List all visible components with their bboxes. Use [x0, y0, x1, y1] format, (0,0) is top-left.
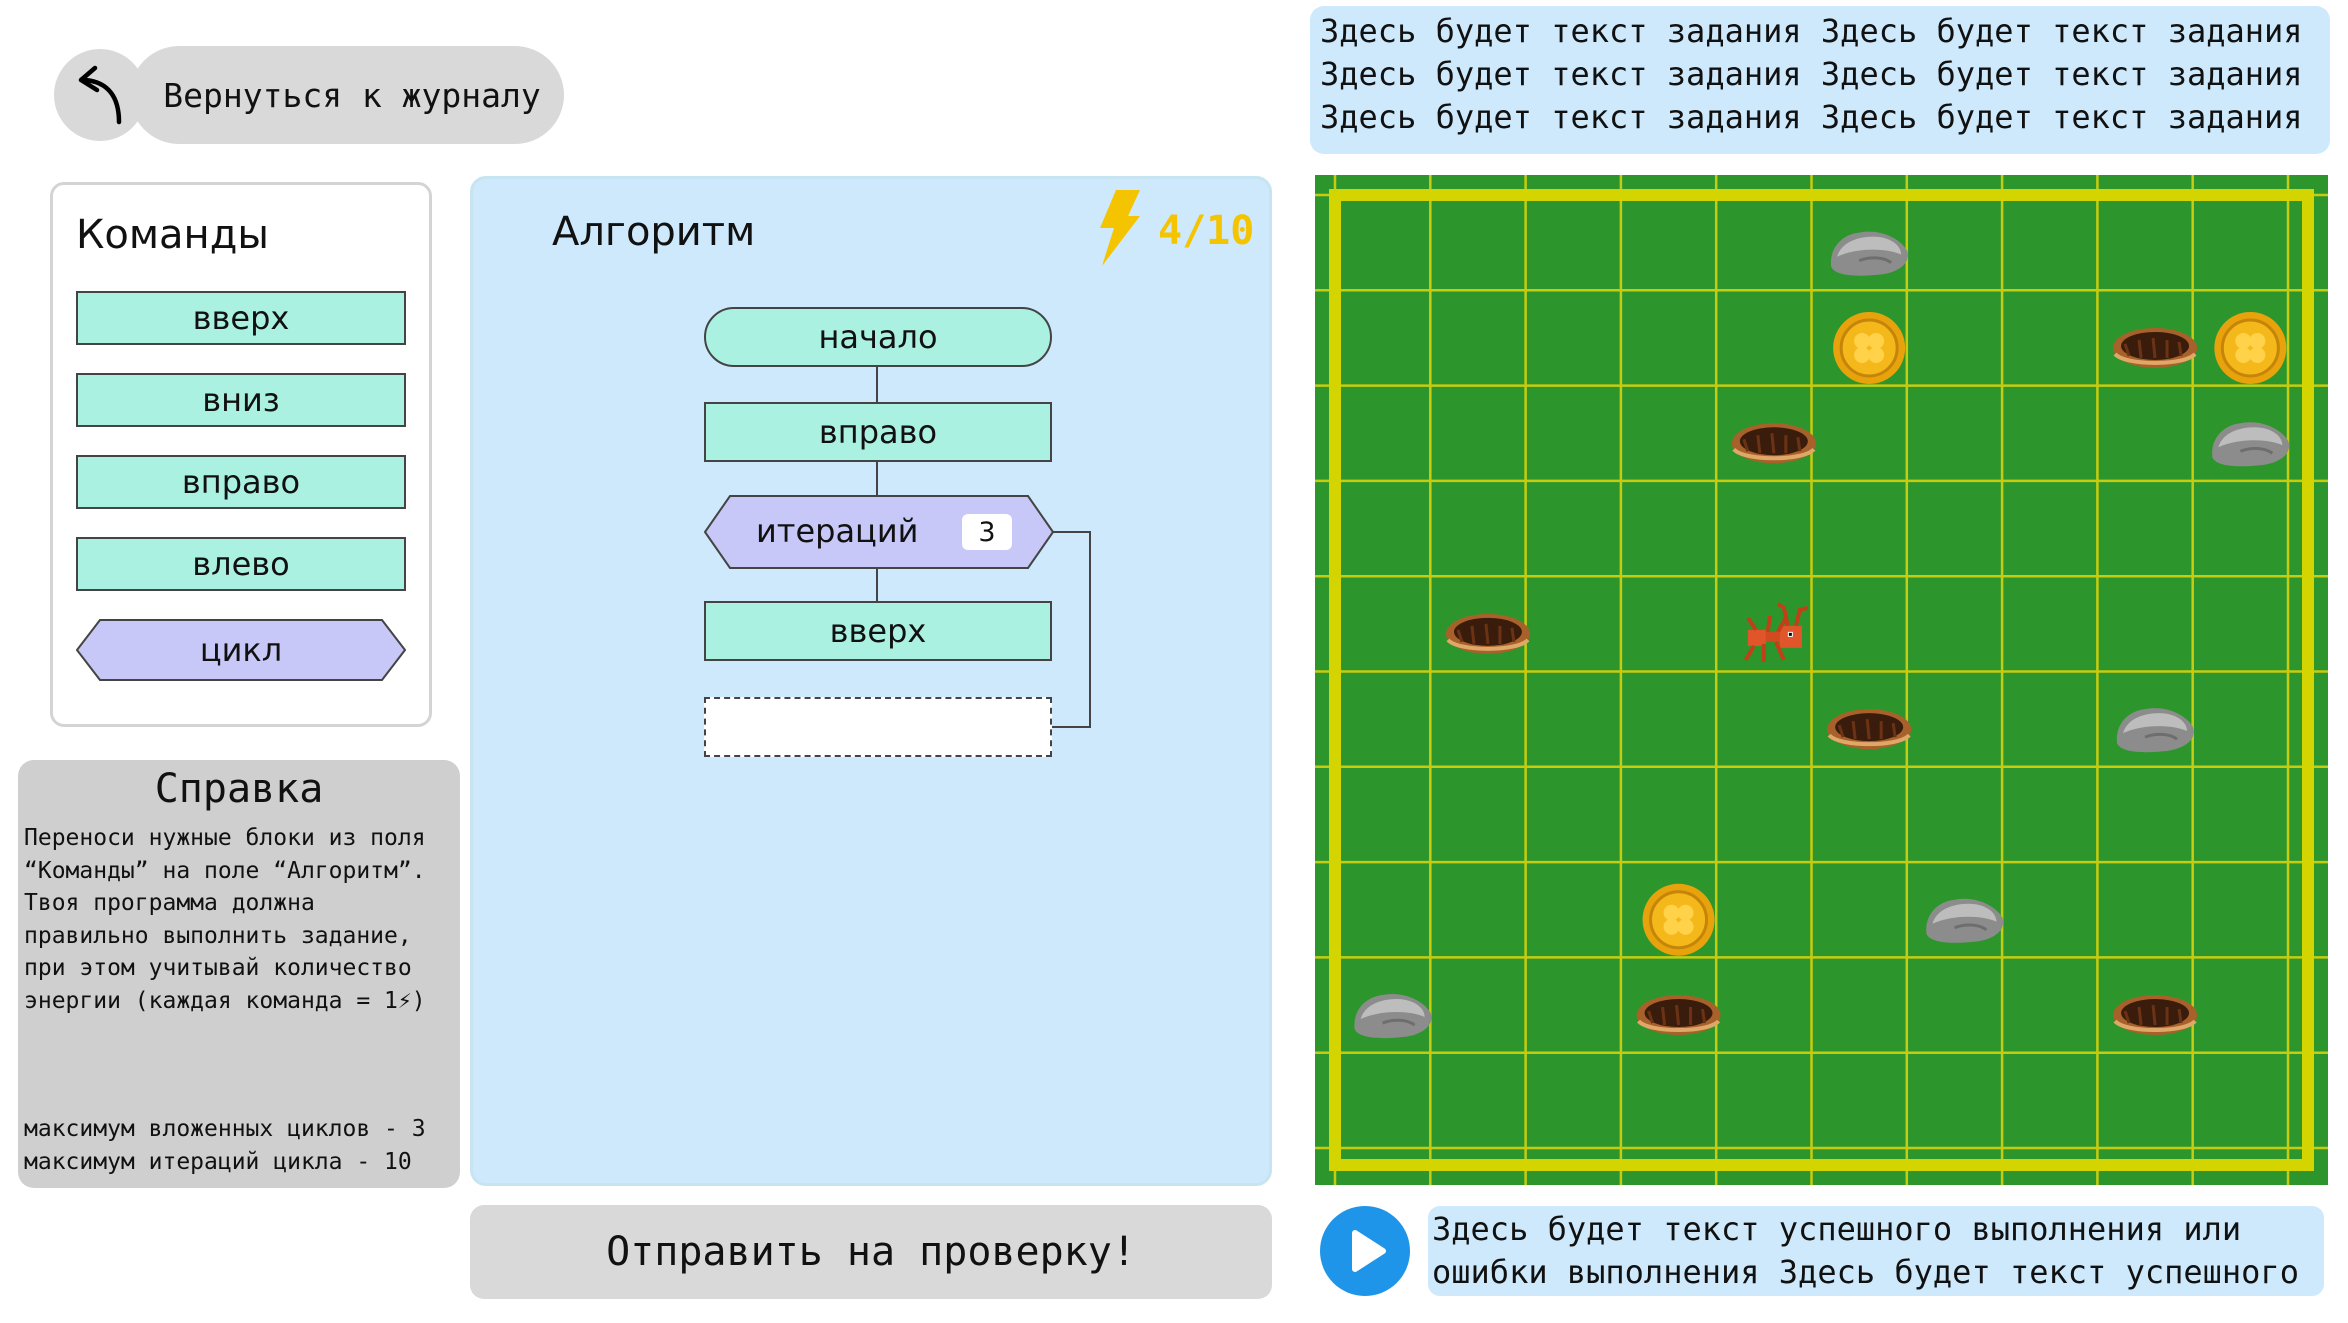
- hole-icon: [1443, 611, 1532, 656]
- command-down-label: вниз: [202, 381, 280, 419]
- energy-bolt-icon: [1096, 190, 1142, 266]
- game-field[interactable]: [1315, 175, 2328, 1185]
- result-text: Здесь будет текст успешного выполнения и…: [1432, 1210, 2299, 1291]
- command-loop-label: цикл: [199, 631, 283, 669]
- hole-icon: [2111, 993, 2200, 1038]
- coin-icon: [2212, 310, 2288, 386]
- hole-icon: [1729, 421, 1818, 466]
- back-to-journal-label: Вернуться к журналу: [163, 75, 541, 115]
- hole-icon: [2111, 325, 2200, 370]
- submit-label: Отправить на проверку!: [606, 1229, 1136, 1275]
- submit-button[interactable]: Отправить на проверку!: [470, 1205, 1272, 1299]
- command-left-label: влево: [192, 545, 290, 583]
- command-up-label: вверх: [192, 299, 290, 337]
- flow-block-up-label: вверх: [829, 612, 927, 650]
- command-right-label: вправо: [181, 463, 301, 501]
- play-icon: [1352, 1230, 1386, 1272]
- flow-block-right[interactable]: вправо: [704, 402, 1052, 462]
- command-up-block[interactable]: вверх: [76, 291, 406, 345]
- command-down-block[interactable]: вниз: [76, 373, 406, 427]
- algorithm-title: Алгоритм: [552, 209, 756, 255]
- commands-title: Команды: [76, 212, 269, 258]
- flow-start-label: начало: [818, 318, 938, 356]
- command-right-block[interactable]: вправо: [76, 455, 406, 509]
- flow-start-block: начало: [704, 307, 1052, 367]
- help-limits: максимум вложенных циклов - 3 максимум и…: [24, 1113, 454, 1179]
- help-limit-iterations: максимум итераций цикла - 10: [24, 1149, 412, 1175]
- coin-icon: [1641, 882, 1717, 958]
- play-button[interactable]: [1320, 1206, 1410, 1296]
- back-to-journal-button[interactable]: Вернуться к журналу: [130, 46, 564, 144]
- help-title: Справка: [154, 766, 324, 812]
- flow-block-up[interactable]: вверх: [704, 601, 1052, 661]
- task-text: Здесь будет текст задания Здесь будет те…: [1320, 12, 2303, 136]
- command-loop-block[interactable]: цикл: [76, 619, 406, 681]
- flow-block-right-label: вправо: [818, 413, 938, 451]
- coin-icon: [1831, 310, 1907, 386]
- iterations-input[interactable]: 3: [962, 514, 1012, 550]
- back-arrow-icon[interactable]: [54, 49, 146, 141]
- flow-empty-slot[interactable]: [704, 697, 1052, 757]
- hole-icon: [1825, 707, 1914, 752]
- hole-icon: [1634, 993, 1723, 1038]
- command-left-block[interactable]: влево: [76, 537, 406, 591]
- help-limit-nested: максимум вложенных циклов - 3: [24, 1116, 426, 1142]
- help-body: Переноси нужные блоки из поля “Команды” …: [24, 825, 426, 1014]
- flow-loop-label: итераций: [756, 512, 919, 550]
- energy-counter: 4/10: [1158, 208, 1255, 254]
